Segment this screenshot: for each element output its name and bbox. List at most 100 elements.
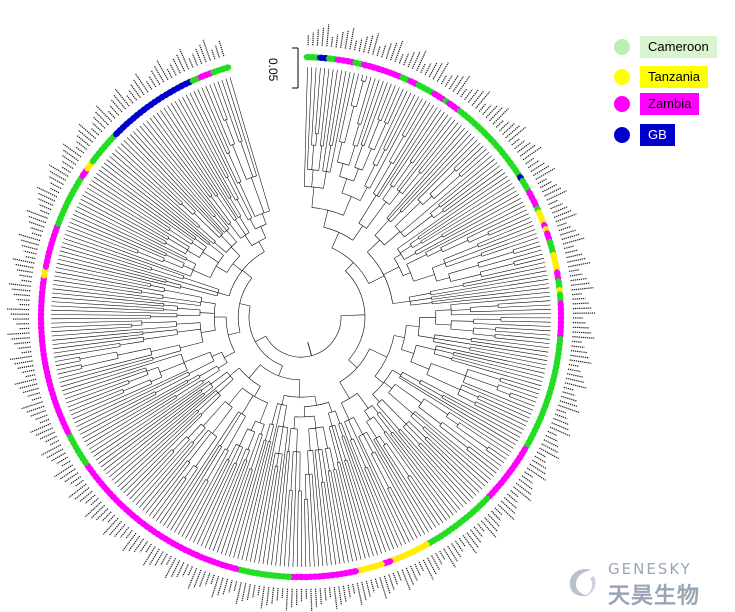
branch: [195, 436, 218, 467]
branch: [201, 330, 216, 333]
branch: [80, 198, 166, 245]
branch: [326, 145, 332, 172]
branch: [445, 229, 536, 264]
branch: [152, 350, 181, 359]
taxon-label: [566, 373, 583, 378]
branch: [343, 435, 387, 553]
branch: [402, 371, 421, 383]
branch: [156, 112, 217, 197]
branch: [442, 194, 520, 238]
taxon-label: [165, 555, 172, 566]
taxon-label: [569, 273, 583, 277]
taxon-label: [314, 588, 318, 608]
branch: [227, 444, 237, 461]
taxon-label: [475, 91, 491, 109]
branch: [159, 362, 185, 373]
branch: [187, 250, 200, 258]
branch: [262, 466, 279, 565]
branch: [341, 178, 347, 194]
taxon-label: [21, 351, 32, 354]
taxon-label: [49, 187, 60, 194]
branch: [177, 328, 201, 333]
taxon-label: [456, 75, 471, 95]
taxon-label: [90, 127, 100, 136]
branch: [362, 148, 372, 171]
branch: [384, 231, 401, 246]
branch: [406, 325, 420, 327]
branch: [254, 452, 276, 563]
branch: [142, 123, 230, 229]
branch: [220, 235, 232, 247]
branch: [435, 349, 454, 354]
taxon-label: [148, 548, 160, 566]
taxon-label: [497, 504, 515, 521]
taxon-label: [182, 564, 189, 577]
branch: [181, 203, 193, 215]
taxon-label: [222, 578, 229, 595]
taxon-label: [76, 135, 90, 147]
taxon-label: [25, 405, 45, 413]
branch: [203, 401, 226, 427]
taxon-label: [567, 257, 587, 263]
taxon-label: [79, 490, 93, 502]
branch: [468, 233, 489, 243]
taxon-label: [363, 36, 368, 53]
branch: [431, 279, 549, 298]
branch: [497, 300, 551, 305]
branch: [292, 451, 297, 567]
taxon-label: [59, 468, 76, 480]
branch: [376, 149, 386, 166]
node-arc: [387, 486, 391, 490]
branch: [388, 130, 469, 220]
taxon-label: [330, 36, 334, 47]
taxon-label: [361, 581, 367, 601]
taxon-label: [524, 471, 534, 478]
branch: [54, 275, 142, 291]
branch: [106, 394, 205, 475]
branch: [512, 241, 540, 251]
branch: [356, 81, 364, 107]
branch: [509, 396, 535, 407]
branch: [453, 142, 481, 169]
branch: [248, 364, 261, 379]
branch: [332, 71, 347, 146]
taxon-label: [133, 538, 144, 553]
taxon-label: [460, 88, 468, 98]
branch: [514, 245, 541, 254]
branch: [434, 338, 548, 357]
watermark-english-text: GENESKY: [608, 560, 692, 578]
branch: [211, 351, 222, 357]
branch: [177, 480, 209, 535]
branch: [378, 107, 438, 198]
taxon-label: [534, 455, 547, 464]
taxon-label: [535, 167, 556, 181]
branch: [217, 292, 230, 297]
branch: [149, 117, 211, 198]
branch: [311, 145, 314, 170]
branch: [469, 349, 547, 366]
branch: [458, 148, 487, 175]
taxon-label: [68, 483, 87, 498]
branch: [441, 397, 519, 442]
branch: [398, 430, 464, 508]
branch: [63, 367, 146, 396]
branch: [510, 392, 537, 403]
taxon-label: [333, 586, 338, 609]
branch: [367, 239, 380, 253]
branch: [434, 334, 472, 340]
taxon-label: [388, 574, 395, 590]
watermark-chinese-text: 天昊生物: [608, 584, 701, 609]
taxon-label: [398, 53, 404, 64]
taxon-label: [530, 162, 545, 173]
taxon-label: [505, 124, 521, 139]
branch: [372, 90, 408, 164]
branch: [339, 381, 350, 399]
branch: [55, 360, 81, 367]
branch: [443, 394, 521, 438]
branch: [71, 218, 165, 259]
taxon-label: [145, 80, 153, 90]
taxon-label: [111, 99, 123, 113]
taxon-label: [374, 578, 379, 589]
branch: [341, 422, 391, 551]
branch: [357, 76, 372, 124]
